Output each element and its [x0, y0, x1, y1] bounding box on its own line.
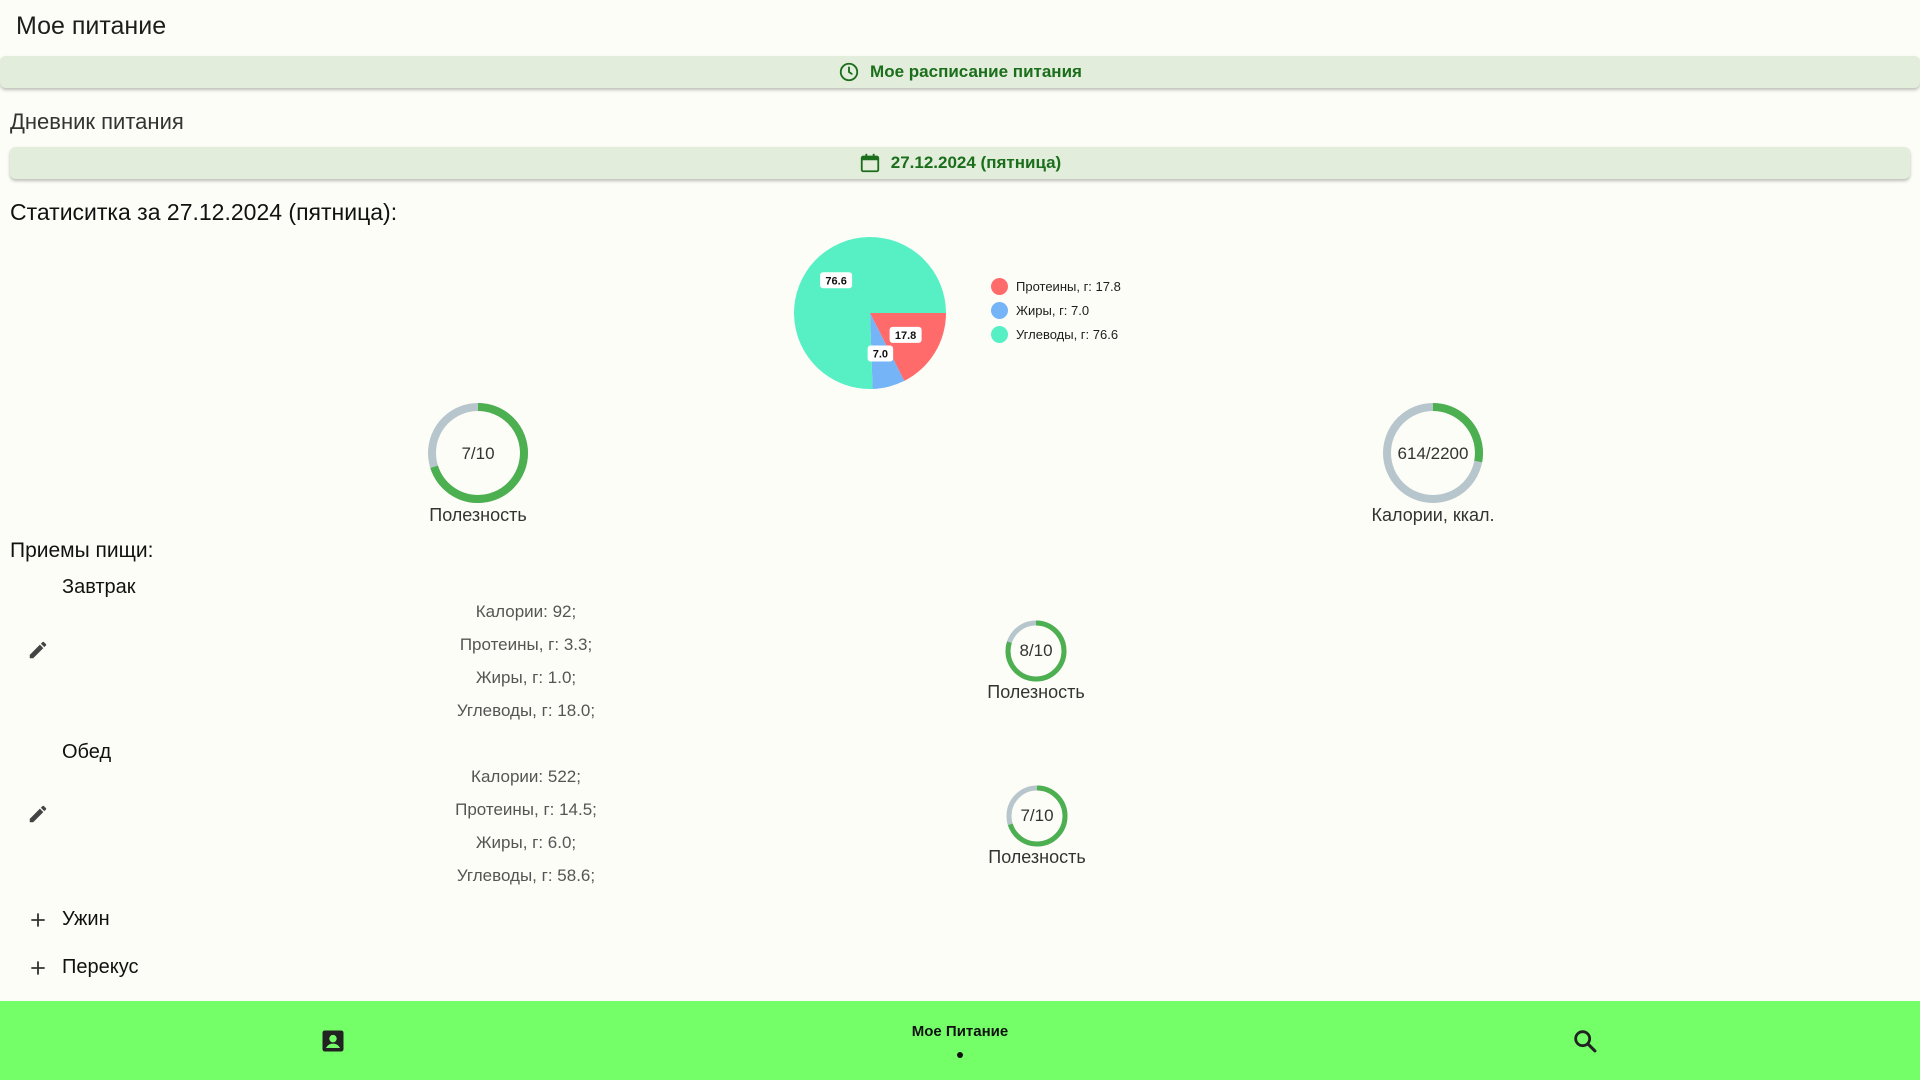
- breakfast-calories: Калории: 92;: [475, 602, 577, 621]
- breakfast-carbs: Углеводы, г: 18.0;: [456, 701, 596, 720]
- pie-label-carbs-text: 76.6: [825, 275, 846, 287]
- lunch-proteins: Протеины, г: 14.5;: [455, 800, 597, 819]
- lunch-carbs: Углеводы, г: 58.6;: [456, 866, 596, 885]
- nav-active-indicator: [957, 1051, 963, 1058]
- meals-title: Приемы пищи:: [10, 539, 154, 562]
- breakfast-usefulness-label: Полезность: [987, 682, 1085, 702]
- nav-my-nutrition[interactable]: Мое Питание: [860, 1015, 1060, 1065]
- plus-icon: [31, 961, 45, 975]
- pie-label-fats: 7.0: [867, 345, 894, 362]
- add-snack-label[interactable]: Перекус: [62, 956, 139, 979]
- nav-my-nutrition-label: Мое Питание: [911, 1022, 1009, 1040]
- legend-label-carbs: Углеводы, г: 76.6: [1016, 327, 1119, 342]
- add-dinner-button[interactable]: [20, 902, 56, 938]
- plus-icon: [31, 913, 45, 927]
- calories-label: Калории, ккал.: [1371, 505, 1495, 525]
- legend-item-carbs: Углеводы, г: 76.6: [991, 326, 1118, 343]
- nav-profile-button[interactable]: [306, 1019, 360, 1063]
- add-dinner-label[interactable]: Ужин: [62, 908, 110, 931]
- date-label: 27.12.2024 (пятница): [890, 153, 1062, 172]
- diary-label: Дневник питания: [10, 109, 184, 134]
- lunch-usefulness-value: 7/10: [1020, 806, 1054, 825]
- legend-dot-proteins: [991, 278, 1008, 295]
- stats-title: Статиситка за 27.12.2024 (пятница):: [10, 199, 398, 225]
- schedule-button-label: Мое расписание питания: [870, 62, 1082, 81]
- breakfast-usefulness-value: 8/10: [1019, 641, 1053, 660]
- pie-label-fats-text: 7.0: [873, 348, 888, 360]
- meal-name-breakfast: Завтрак: [62, 576, 136, 598]
- clock-icon: [838, 61, 860, 83]
- lunch-fats: Жиры, г: 6.0;: [475, 833, 577, 852]
- lunch-usefulness-label: Полезность: [988, 847, 1086, 867]
- pie-label-proteins-text: 17.8: [895, 330, 916, 342]
- page-title: Мое питание: [16, 12, 167, 40]
- meal-name-lunch: Обед: [62, 741, 112, 763]
- legend-label-proteins: Протеины, г: 17.8: [1016, 279, 1121, 294]
- legend-dot-fats: [991, 302, 1008, 319]
- legend-item-fats: Жиры, г: 7.0: [991, 302, 1089, 319]
- add-snack-button[interactable]: [20, 950, 56, 986]
- edit-breakfast-button[interactable]: [20, 632, 56, 668]
- schedule-button[interactable]: Мое расписание питания: [0, 56, 1920, 88]
- legend-dot-carbs: [991, 326, 1008, 343]
- calories-value: 614/2200: [1397, 444, 1469, 463]
- pie-label-carbs: 76.6: [820, 272, 853, 289]
- search-icon: [1574, 1030, 1597, 1053]
- usefulness-label: Полезность: [429, 505, 527, 525]
- breakfast-proteins: Протеины, г: 3.3;: [459, 635, 593, 654]
- macro-pie-chart: 17.8 7.0 76.6: [794, 237, 946, 389]
- pencil-icon: [29, 641, 47, 659]
- breakfast-fats: Жиры, г: 1.0;: [475, 668, 577, 687]
- nav-search-button[interactable]: [1558, 1019, 1612, 1063]
- legend-label-fats: Жиры, г: 7.0: [1016, 303, 1090, 318]
- legend-item-proteins: Протеины, г: 17.8: [991, 278, 1121, 295]
- lunch-calories: Калории: 522;: [471, 767, 581, 786]
- bottom-navigation: Мое Питание: [0, 1001, 1920, 1080]
- pencil-icon: [29, 805, 47, 823]
- usefulness-value: 7/10: [461, 444, 495, 463]
- calendar-icon: [859, 151, 881, 175]
- edit-lunch-button[interactable]: [20, 796, 56, 832]
- pie-label-proteins: 17.8: [889, 326, 922, 343]
- date-picker-button[interactable]: 27.12.2024 (пятница): [10, 147, 1910, 179]
- profile-icon: [322, 1030, 344, 1052]
